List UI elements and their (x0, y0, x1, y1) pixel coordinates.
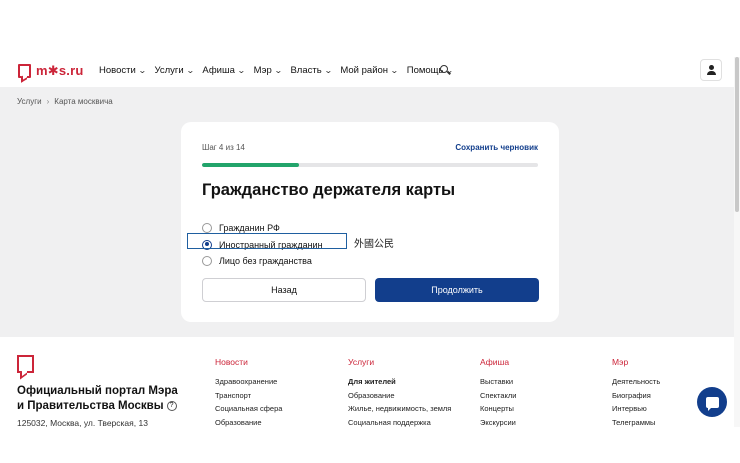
footer-column-title[interactable]: Услуги (348, 357, 451, 367)
nav-item-mayor[interactable]: Мэр ⌄ (254, 65, 283, 76)
logo-speech-bubble-icon (18, 64, 31, 78)
selection-highlight-box (187, 233, 347, 249)
footer-column-mayor: Мэр Деятельность Биография Интервью Теле… (612, 357, 660, 431)
annotation-label: 外國公民 (354, 239, 394, 250)
footer-column-title[interactable]: Мэр (612, 357, 660, 367)
page-scrollbar[interactable] (734, 57, 740, 427)
nav-item-news[interactable]: Новости ⌄ (99, 65, 147, 76)
radio-button[interactable] (202, 256, 212, 267)
footer-column-services: Услуги Для жителей Образование Жилье, не… (348, 357, 451, 431)
nav-item-services[interactable]: Услуги ⌄ (154, 65, 195, 76)
scrollbar-thumb[interactable] (735, 57, 739, 212)
chevron-down-icon: ⌄ (390, 66, 399, 75)
main-nav: Новости ⌄ Услуги ⌄ Афиша ⌄ Мэр ⌄ Власть ⌄ Мой… (99, 65, 454, 76)
footer: Официальный портал Мэра и Правительства … (0, 337, 734, 428)
user-profile-button[interactable] (700, 59, 722, 81)
chevron-right-icon: › (46, 97, 50, 106)
footer-address: 125032, Москва, ул. Тверская, 13 (17, 418, 148, 428)
nav-item-my-district[interactable]: Мой район ⌄ (340, 65, 399, 76)
continue-button[interactable]: Продолжить (375, 278, 539, 302)
footer-link[interactable]: Выставки (480, 377, 516, 391)
chevron-down-icon: ⌄ (273, 66, 283, 75)
footer-link[interactable]: Экскурсии (480, 418, 516, 432)
breadcrumb-services[interactable]: Услуги (17, 97, 42, 106)
footer-link[interactable]: Образование (348, 391, 451, 405)
main-content: Услуги › Карта москвича Шаг 4 из 14 Сохр… (0, 87, 734, 337)
footer-link[interactable]: Социальная поддержка (348, 418, 451, 432)
footer-link[interactable]: Образование (215, 418, 282, 432)
footer-link[interactable]: Интервью (612, 404, 660, 418)
radio-option-stateless[interactable]: Лицо без гражданства (202, 253, 323, 270)
chevron-down-icon: ⌄ (323, 66, 333, 75)
footer-link[interactable]: Здравоохранение (215, 377, 282, 391)
step-indicator: Шаг 4 из 14 (202, 143, 245, 152)
footer-org-name: Официальный портал Мэра и Правительства … (17, 385, 178, 412)
breadcrumb-moscow-card[interactable]: Карта москвича (54, 97, 112, 106)
footer-link[interactable]: Биография (612, 391, 660, 405)
footer-column-title[interactable]: Новости (215, 357, 282, 367)
footer-link[interactable]: Транспорт (215, 391, 282, 405)
form-card: Шаг 4 из 14 Сохранить черновик Гражданст… (181, 122, 559, 322)
footer-link[interactable]: Социальная сфера (215, 404, 282, 418)
progress-bar-fill (202, 163, 300, 167)
back-button[interactable]: Назад (202, 278, 366, 302)
footer-link[interactable]: Телеграммы (612, 418, 660, 432)
chevron-down-icon: ⌄ (236, 66, 246, 75)
footer-link[interactable]: Спектакли (480, 391, 516, 405)
footer-link[interactable]: Концерты (480, 404, 516, 418)
footer-logo-icon (17, 355, 34, 373)
chat-button[interactable] (697, 387, 727, 417)
radio-label: Гражданин РФ (219, 223, 280, 234)
mos-ru-logo[interactable]: m✱s.ru (18, 63, 84, 79)
footer-link[interactable]: Деятельность (612, 377, 660, 391)
top-navigation-bar: m✱s.ru Новости ⌄ Услуги ⌄ Афиша ⌄ Мэр ⌄ Влас… (0, 57, 734, 87)
chevron-down-icon: ⌄ (185, 66, 195, 75)
page-title: Гражданство держателя карты (202, 181, 456, 199)
footer-column-afisha: Афиша Выставки Спектакли Концерты Экскур… (480, 357, 516, 431)
breadcrumb: Услуги › Карта москвича (17, 97, 113, 106)
progress-bar (202, 163, 538, 167)
radio-label: Лицо без гражданства (219, 256, 312, 267)
user-icon (708, 65, 714, 70)
nav-item-government[interactable]: Власть ⌄ (290, 65, 333, 76)
chat-icon (705, 396, 719, 411)
footer-link[interactable]: Жилье, недвижимость, земля (348, 404, 451, 418)
radio-button[interactable] (202, 223, 212, 234)
logo-text: m✱s.ru (36, 63, 84, 78)
help-icon[interactable]: ? (166, 400, 177, 411)
footer-link[interactable]: Для жителей (348, 377, 451, 391)
footer-column-news: Новости Здравоохранение Транспорт Социал… (215, 357, 282, 431)
footer-column-title[interactable]: Афиша (480, 357, 516, 367)
search-icon[interactable] (440, 65, 451, 76)
save-draft-link[interactable]: Сохранить черновик (455, 143, 538, 152)
chevron-down-icon: ⌄ (137, 66, 147, 75)
nav-item-afisha[interactable]: Афиша ⌄ (202, 65, 246, 76)
